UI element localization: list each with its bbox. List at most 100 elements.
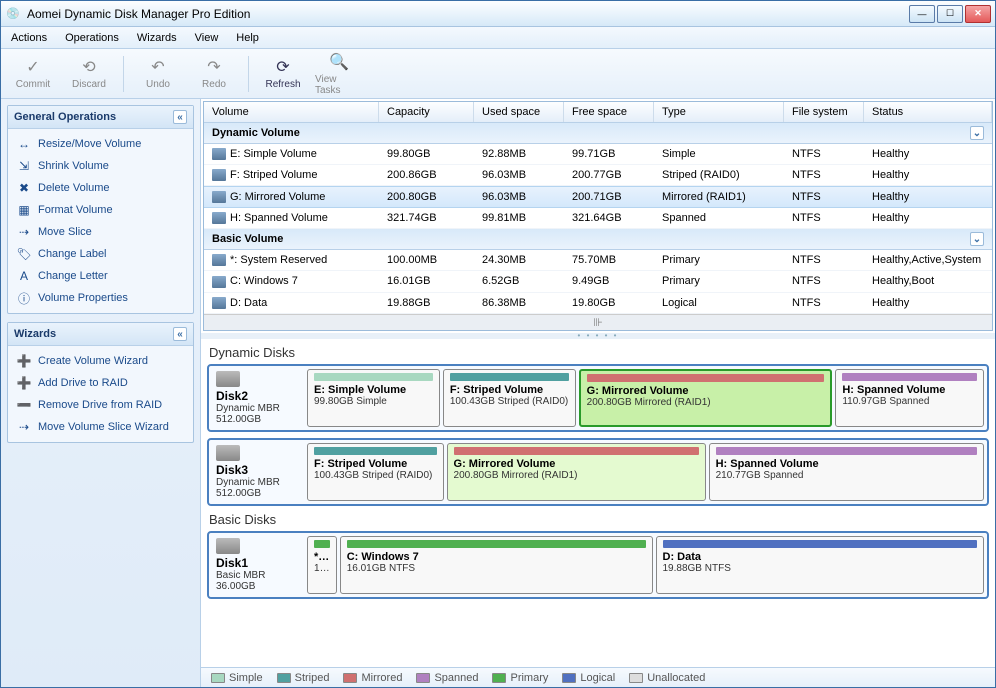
- partition-bar: [587, 374, 825, 382]
- volume-name: H: Spanned Volume: [230, 212, 328, 224]
- volume-type: Primary: [654, 273, 784, 289]
- op-icon: ⇲: [16, 158, 32, 174]
- discard-button: ⟲Discard: [65, 52, 113, 96]
- close-button[interactable]: ✕: [965, 5, 991, 23]
- disk-name: Disk3: [216, 463, 300, 477]
- undo-icon: ↶: [151, 57, 164, 77]
- column-header[interactable]: Type: [654, 102, 784, 122]
- capacity: 99.80GB: [379, 146, 474, 162]
- volume-type: Primary: [654, 252, 784, 268]
- op-format-volume[interactable]: ▦Format Volume: [10, 199, 191, 221]
- status: Healthy: [864, 295, 992, 311]
- free-space: 200.77GB: [564, 167, 654, 183]
- file-system: NTFS: [784, 273, 864, 289]
- partition[interactable]: F: Striped Volume100.43GB Striped (RAID0…: [443, 369, 576, 427]
- panel-title: Wizards: [14, 328, 56, 340]
- chevron-down-icon[interactable]: ⌄: [970, 232, 984, 246]
- partition-name: F: Striped Volume: [450, 384, 569, 396]
- disk-info[interactable]: Disk2Dynamic MBR512.00GB: [212, 369, 304, 427]
- menu-help[interactable]: Help: [236, 32, 259, 44]
- drive-icon: [216, 371, 240, 387]
- partition[interactable]: E: Simple Volume99.80GB Simple: [307, 369, 440, 427]
- menu-actions[interactable]: Actions: [11, 32, 47, 44]
- volume-row[interactable]: E: Simple Volume99.80GB92.88MB99.71GBSim…: [204, 144, 992, 165]
- menu-view[interactable]: View: [195, 32, 219, 44]
- column-header[interactable]: Volume: [204, 102, 379, 122]
- volume-type: Simple: [654, 146, 784, 162]
- section-title: Basic Volume: [212, 233, 283, 245]
- partition[interactable]: H: Spanned Volume210.77GB Spanned: [709, 443, 984, 501]
- op-shrink-volume[interactable]: ⇲Shrink Volume: [10, 155, 191, 177]
- column-header[interactable]: Capacity: [379, 102, 474, 122]
- disk-row: Disk3Dynamic MBR512.00GBF: Striped Volum…: [207, 438, 989, 506]
- disk-icon: [212, 212, 226, 224]
- legend-item: Mirrored: [343, 672, 402, 684]
- volume-row[interactable]: D: Data19.88GB86.38MB19.80GBLogicalNTFSH…: [204, 293, 992, 314]
- op-change-label[interactable]: 🏷Change Label: [10, 243, 191, 265]
- volume-row[interactable]: F: Striped Volume200.86GB96.03MB200.77GB…: [204, 165, 992, 186]
- panel-header: Wizards «: [8, 323, 193, 346]
- partition[interactable]: C: Windows 716.01GB NTFS: [340, 536, 653, 594]
- op-label: Delete Volume: [38, 182, 110, 194]
- op-volume-properties[interactable]: ⓘVolume Properties: [10, 287, 191, 309]
- op-label: Volume Properties: [38, 292, 128, 304]
- drive-icon: [216, 445, 240, 461]
- partition[interactable]: G: Mirrored Volume200.80GB Mirrored (RAI…: [447, 443, 706, 501]
- capacity: 321.74GB: [379, 210, 474, 226]
- volume-name: C: Windows 7: [230, 275, 298, 287]
- op-move-slice[interactable]: ⇢Move Slice: [10, 221, 191, 243]
- partition-bar: [663, 540, 978, 548]
- toolbar-separator: [248, 56, 249, 92]
- disk-info[interactable]: Disk3Dynamic MBR512.00GB: [212, 443, 304, 501]
- status: Healthy,Boot: [864, 273, 992, 289]
- partition[interactable]: F: Striped Volume100.43GB Striped (RAID0…: [307, 443, 444, 501]
- status: Healthy: [864, 210, 992, 226]
- refresh-button[interactable]: ⟳Refresh: [259, 52, 307, 96]
- sidebar: General Operations«↔Resize/Move Volume⇲S…: [1, 99, 201, 687]
- volume-row[interactable]: H: Spanned Volume321.74GB99.81MB321.64GB…: [204, 208, 992, 229]
- column-header[interactable]: Used space: [474, 102, 564, 122]
- volume-row[interactable]: G: Mirrored Volume200.80GB96.03MB200.71G…: [204, 186, 992, 208]
- partition-desc: 200.80GB Mirrored (RAID1): [454, 470, 699, 481]
- op-change-letter[interactable]: AChange Letter: [10, 265, 191, 287]
- op-delete-volume[interactable]: ✖Delete Volume: [10, 177, 191, 199]
- disk-icon: [212, 254, 226, 266]
- collapse-icon[interactable]: «: [173, 110, 187, 124]
- op-label: Format Volume: [38, 204, 113, 216]
- maximize-button[interactable]: ☐: [937, 5, 963, 23]
- op-move-volume-slice-wizard[interactable]: ⇢Move Volume Slice Wizard: [10, 416, 191, 438]
- legend-swatch: [416, 673, 430, 683]
- minimize-button[interactable]: —: [909, 5, 935, 23]
- partition[interactable]: H: Spanned Volume110.97GB Spanned: [835, 369, 984, 427]
- partition[interactable]: *: S100.: [307, 536, 337, 594]
- volume-row[interactable]: C: Windows 716.01GB6.52GB9.49GBPrimaryNT…: [204, 271, 992, 292]
- partition[interactable]: D: Data19.88GB NTFS: [656, 536, 985, 594]
- legend-swatch: [343, 673, 357, 683]
- commit-icon: ✓: [26, 57, 39, 77]
- legend-swatch: [629, 673, 643, 683]
- horizontal-scrollbar[interactable]: ⊪: [204, 314, 992, 330]
- collapse-icon[interactable]: «: [173, 327, 187, 341]
- window-title: Aomei Dynamic Disk Manager Pro Edition: [27, 7, 909, 21]
- chevron-down-icon[interactable]: ⌄: [970, 126, 984, 140]
- op-resize-move-volume[interactable]: ↔Resize/Move Volume: [10, 133, 191, 155]
- column-header[interactable]: Status: [864, 102, 992, 122]
- disk-type: Dynamic MBR: [216, 403, 300, 414]
- partition-name: H: Spanned Volume: [842, 384, 977, 396]
- column-header[interactable]: Free space: [564, 102, 654, 122]
- used-space: 96.03MB: [474, 189, 564, 205]
- disk-info[interactable]: Disk1Basic MBR36.00GB: [212, 536, 304, 594]
- volume-row[interactable]: *: System Reserved100.00MB24.30MB75.70MB…: [204, 250, 992, 271]
- column-header[interactable]: File system: [784, 102, 864, 122]
- partition-desc: 100.: [314, 563, 330, 574]
- partition[interactable]: G: Mirrored Volume200.80GB Mirrored (RAI…: [579, 369, 833, 427]
- menu-wizards[interactable]: Wizards: [137, 32, 177, 44]
- op-add-drive-to-raid[interactable]: ➕Add Drive to RAID: [10, 372, 191, 394]
- free-space: 19.80GB: [564, 295, 654, 311]
- op-label: Change Label: [38, 248, 107, 260]
- op-create-volume-wizard[interactable]: ➕Create Volume Wizard: [10, 350, 191, 372]
- disk-row: Disk1Basic MBR36.00GB*: S100.C: Windows …: [207, 531, 989, 599]
- menu-operations[interactable]: Operations: [65, 32, 119, 44]
- op-remove-drive-from-raid[interactable]: ➖Remove Drive from RAID: [10, 394, 191, 416]
- file-system: NTFS: [784, 295, 864, 311]
